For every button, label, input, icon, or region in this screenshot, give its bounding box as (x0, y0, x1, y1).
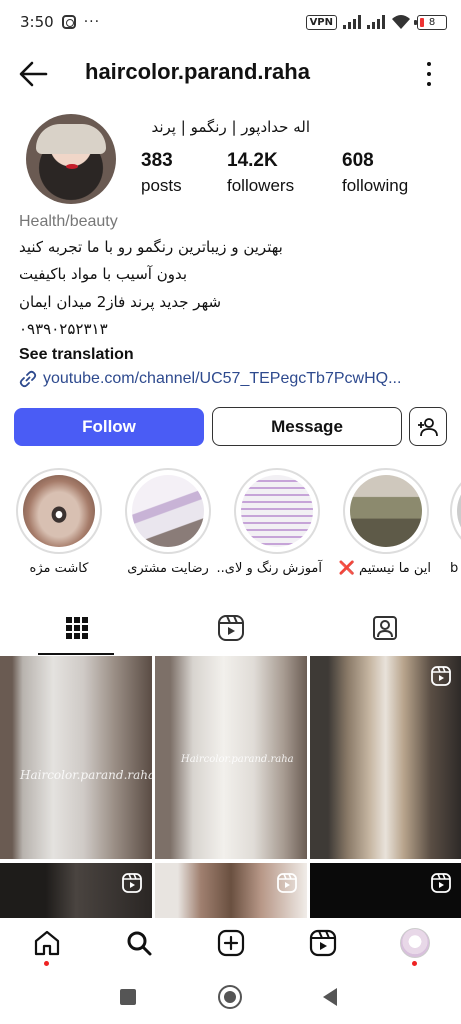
see-translation-link[interactable]: See translation (19, 346, 134, 364)
add-person-icon (418, 417, 438, 436)
post-thumbnail[interactable] (0, 863, 152, 918)
grid-icon (65, 616, 88, 639)
back-arrow-icon[interactable] (18, 60, 48, 88)
followers-label: followers (227, 176, 295, 195)
message-button[interactable]: Message (212, 407, 402, 446)
battery-level: 8 (428, 16, 436, 28)
search-icon (127, 931, 152, 956)
highlight-label: کاشت مژه (29, 561, 89, 576)
nav-home[interactable] (32, 928, 62, 958)
stat-following[interactable]: 608 following (342, 150, 408, 196)
highlight-cover (125, 468, 211, 554)
nav-create[interactable] (216, 928, 246, 958)
system-navigation (0, 972, 461, 1024)
tab-grid[interactable] (19, 600, 134, 655)
vpn-icon: VPN (305, 14, 337, 30)
profile-avatar-icon (400, 928, 430, 958)
following-label: following (342, 176, 409, 195)
highlight-cover (16, 468, 102, 554)
nav-reels[interactable] (308, 928, 338, 958)
reel-icon (431, 666, 451, 686)
signal-icon-2 (367, 15, 385, 29)
tab-tagged[interactable] (327, 600, 442, 655)
reel-icon (277, 873, 297, 893)
reel-icon (431, 873, 451, 893)
profile-header: haircolor.parand.raha (0, 50, 461, 98)
signal-icon (343, 15, 361, 29)
home-icon (34, 930, 60, 956)
highlight-cover (234, 468, 320, 554)
suggested-users-button[interactable] (409, 407, 447, 446)
posts-grid: Haircolor.parand.raha Haircolor.parand.r… (0, 656, 461, 918)
nav-profile[interactable] (400, 928, 430, 958)
bottom-navigation (0, 918, 461, 970)
recents-button[interactable] (120, 989, 136, 1005)
highlight-cover (450, 468, 461, 554)
reel-icon (122, 873, 142, 893)
category-label: Health/beauty (19, 213, 118, 230)
post-thumbnail[interactable] (310, 863, 461, 918)
highlight-label: رضایت مشتری (127, 561, 209, 576)
highlight-item[interactable]: آموزش رنگ و لای.. (216, 468, 323, 576)
full-name: اله حدادپور | رنگمو | پرند (151, 118, 310, 136)
highlight-item[interactable]: کاشت مژه (14, 468, 104, 576)
watermark-text: Haircolor.parand.raha (181, 754, 294, 765)
watermark-text: Haircolor.parand.raha (20, 768, 152, 782)
bio-line: بهترین و زیباترین رنگمو رو با ما تجربه ک… (19, 238, 283, 256)
posts-label: posts (141, 176, 182, 195)
home-notification-dot (44, 961, 49, 966)
add-post-icon (217, 929, 245, 957)
bio-line: شهر جدید پرند فاز2 میدان ایمان (19, 293, 222, 311)
bio-phone[interactable]: ۰۹۳۹۰۲۵۲۳۱۳ (19, 320, 108, 338)
post-thumbnail[interactable] (155, 863, 307, 918)
followers-count: 14.2K (227, 150, 278, 171)
post-thumbnail[interactable]: Haircolor.parand.raha (0, 656, 152, 859)
home-system-button[interactable] (218, 985, 242, 1009)
nav-search[interactable] (124, 928, 154, 958)
stat-posts[interactable]: 383 posts (141, 150, 182, 196)
highlight-cover (343, 468, 429, 554)
status-bar: 3:50 ··· VPN 8 (0, 0, 461, 44)
page-title: haircolor.parand.raha (85, 59, 310, 84)
post-thumbnail[interactable]: Haircolor.parand.raha (155, 656, 307, 859)
instagram-icon (61, 15, 76, 29)
bio-link[interactable]: youtube.com/channel/UC57_TEPegcTb7PcwHQ.… (19, 370, 401, 388)
highlight-label: این ما نیستیم ❌ (338, 561, 431, 576)
highlight-item[interactable]: رضایت مشتری (123, 468, 213, 576)
wifi-icon (392, 15, 410, 29)
back-system-button[interactable] (322, 987, 338, 1007)
bio-link-text: youtube.com/channel/UC57_TEPegcTb7PcwHQ.… (43, 370, 402, 387)
bio-line: بدون آسیب با مواد باکیفیت (19, 265, 188, 283)
highlight-label: b (450, 561, 459, 576)
active-tab-indicator (38, 653, 114, 655)
link-icon (19, 370, 37, 388)
profile-stats: 383 posts 14.2K followers 608 following (141, 150, 441, 204)
more-notifications-icon: ··· (83, 14, 101, 30)
highlight-item[interactable]: این ما نیستیم ❌ (338, 468, 431, 576)
more-options-icon[interactable] (425, 62, 433, 86)
reels-icon (217, 614, 244, 641)
clock: 3:50 (20, 13, 54, 31)
tab-reels[interactable] (173, 600, 288, 655)
highlight-label: آموزش رنگ و لای.. (216, 561, 323, 576)
posts-count: 383 (141, 150, 173, 171)
tagged-person-icon (372, 615, 397, 640)
highlight-item[interactable]: b (450, 468, 461, 576)
avatar[interactable] (26, 114, 116, 204)
stat-followers[interactable]: 14.2K followers (227, 150, 294, 196)
post-thumbnail[interactable] (310, 656, 461, 859)
follow-button[interactable]: Follow (14, 408, 204, 446)
profile-notification-dot (412, 961, 417, 966)
battery-icon: 8 (414, 14, 447, 30)
profile-tabs (0, 600, 461, 655)
following-count: 608 (342, 150, 374, 171)
reels-icon (309, 929, 337, 957)
